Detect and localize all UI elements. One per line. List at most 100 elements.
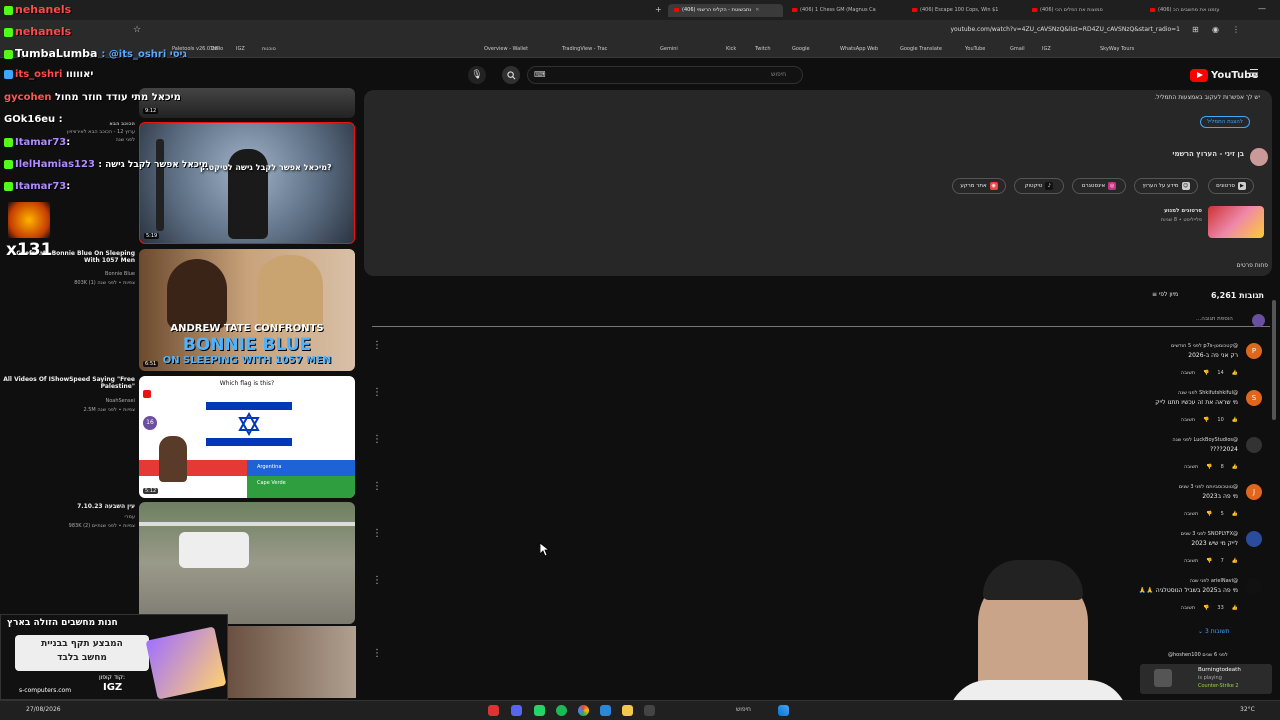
scrollbar[interactable] (1272, 300, 1276, 420)
instagram-link[interactable]: אינסטגרם ◎ (1072, 178, 1126, 194)
reply-button[interactable]: תשובה (1184, 464, 1198, 470)
mic-icon[interactable]: 🎙 (468, 66, 486, 84)
chrome-icon[interactable] (578, 705, 589, 716)
comment-author[interactable]: @קטכומטן-p7s לפני 5 חודשים (1171, 343, 1238, 349)
comment-avatar[interactable] (1246, 531, 1262, 547)
like-icon[interactable]: 👍 (1232, 558, 1238, 564)
more-options-icon[interactable]: ⋮ (372, 481, 382, 492)
show-less-button[interactable]: פחות פרטים (1237, 262, 1269, 269)
bookmark[interactable]: WhatsApp Web (840, 46, 878, 52)
comment-author[interactable]: @arielNavi לפני שנה (1190, 578, 1238, 584)
spotify-icon[interactable] (556, 705, 567, 716)
like-icon[interactable]: 👍 (1232, 370, 1238, 376)
video-thumbnail[interactable]: מיכאל אפשר לקבל גישה לטיקטוק? 5:19 (139, 122, 355, 244)
more-options-icon[interactable]: ⋮ (372, 575, 382, 586)
channel-name[interactable]: בן זיני - הערוץ הרשמי (1172, 150, 1244, 158)
bookmark[interactable]: IGZ (236, 46, 245, 52)
video-title[interactable]: עין השבעה 7.10.23 (0, 503, 135, 510)
bookmark[interactable]: Kick (726, 46, 736, 52)
tab[interactable]: (406) עזמנו את מחשבים הכ (1150, 4, 1250, 17)
more-options-icon[interactable]: ⋮ (372, 648, 382, 659)
app-icon[interactable] (488, 705, 499, 716)
bookmark[interactable]: SkyWay Tours (1100, 46, 1134, 52)
youtube-logo[interactable]: YouTube (1190, 68, 1258, 82)
comment-avatar[interactable]: S (1246, 390, 1262, 406)
keyboard-icon[interactable]: ⌨ (534, 70, 546, 79)
new-tab-button[interactable]: + (655, 5, 662, 14)
video-channel[interactable]: NoahSensei (0, 398, 135, 404)
playlist-title[interactable]: סרטונים למנוע (1164, 208, 1202, 214)
replies-toggle[interactable]: ⌄ 3 תשובות (1198, 628, 1230, 635)
video-thumbnail[interactable]: Which flag is this? 16 Cuba Argentina Ca… (139, 376, 355, 498)
sort-button[interactable]: ≡ מיון לפי (1152, 291, 1178, 298)
bookmark[interactable]: IGZ (1042, 46, 1051, 52)
hamburger-menu-icon[interactable]: ☰ (1249, 67, 1259, 80)
bookmark[interactable]: Gemini (660, 46, 678, 52)
bookmark[interactable]: Overview - Wallet (484, 46, 528, 52)
close-icon[interactable]: ✕ (755, 7, 759, 13)
like-icon[interactable]: 👍 (1232, 605, 1238, 611)
more-options-icon[interactable]: ⋮ (372, 434, 382, 445)
windows-start-icon[interactable] (778, 705, 789, 716)
about-link[interactable]: מידע על הערוץ ☺ (1134, 178, 1198, 194)
folder-icon[interactable] (622, 705, 633, 716)
reply-button[interactable]: תשובה (1184, 511, 1198, 517)
comment-author[interactable]: @LuckBoyStudios לפני שנה (1172, 437, 1238, 443)
search-input[interactable]: ⌨ חיפוש (527, 66, 803, 84)
video-thumbnail[interactable] (228, 626, 356, 698)
comment-avatar[interactable]: P (1246, 343, 1262, 359)
more-options-icon[interactable]: ⋮ (372, 528, 382, 539)
store-icon[interactable] (600, 705, 611, 716)
video-channel[interactable]: Bonnie Blue (0, 271, 135, 277)
comment-avatar[interactable] (1246, 437, 1262, 453)
dislike-icon[interactable]: 👎 (1203, 605, 1209, 611)
more-options-icon[interactable]: ⋮ (372, 340, 382, 351)
bookmark[interactable]: Trello (210, 46, 223, 52)
extensions-icon[interactable]: ⊞ (1192, 25, 1199, 34)
bookmark[interactable]: Google (792, 46, 810, 52)
discord-icon[interactable] (511, 705, 522, 716)
comment-avatar[interactable]: J (1246, 484, 1262, 500)
bookmark[interactable]: Google Translate (900, 46, 942, 52)
like-icon[interactable]: 👍 (1232, 511, 1238, 517)
tab[interactable]: (406) Escape 100 Cops, Win $1 (912, 4, 1022, 17)
dislike-icon[interactable]: 👎 (1203, 370, 1209, 376)
reply-button[interactable]: תשובה (1181, 605, 1195, 611)
channel-avatar[interactable] (1250, 148, 1268, 166)
comment-author[interactable]: @Shkifutshkiful לפני שנה (1178, 390, 1238, 396)
playlist-thumbnail[interactable] (1208, 206, 1264, 238)
bookmark[interactable]: Twitch (755, 46, 771, 52)
bookmark[interactable]: TradingView - Trac (562, 46, 607, 52)
comment-author[interactable]: @SNOPLYFX לפני 3 שנים (1181, 531, 1238, 537)
video-channel[interactable]: עמרי (0, 514, 135, 520)
like-icon[interactable]: 👍 (1232, 464, 1238, 470)
tab-active[interactable]: (406) נתבשוטת - הקליפ הרשמי ✕ (668, 4, 783, 17)
more-options-icon[interactable]: ⋮ (372, 387, 382, 398)
tiktok-link[interactable]: טיקטוק ♪ (1014, 178, 1064, 194)
bookmark[interactable]: YouTube (965, 46, 985, 52)
minimize-icon[interactable]: — (1258, 4, 1266, 13)
comment-author[interactable]: @טוטכוסביותמ לפני 3 שנים (1179, 484, 1238, 490)
search-button[interactable] (502, 66, 520, 84)
videos-link[interactable]: סרטונים ▶ (1208, 178, 1254, 194)
reply-button[interactable]: תשובה (1181, 370, 1195, 376)
tab[interactable]: (406) סמוצות את הפלים הכי (1032, 4, 1142, 17)
user-avatar[interactable] (1252, 314, 1265, 327)
website-link[interactable]: אתר מרקע ◉ (952, 178, 1006, 194)
comment-author[interactable]: @hoshen100 לפני 6 שנים (1168, 652, 1228, 658)
profile-icon[interactable]: ◉ (1212, 25, 1219, 34)
show-transcript-button[interactable]: להצגת התמליל (1199, 116, 1250, 128)
dislike-icon[interactable]: 👎 (1203, 417, 1209, 423)
comment-avatar[interactable] (1246, 578, 1262, 594)
bookmark[interactable]: סוכנות (262, 46, 276, 52)
add-comment-input[interactable]: הוספת תגובה... (1196, 316, 1233, 322)
url-field[interactable]: youtube.com/watch?v=4ZU_cAVSNzQ&list=RD4… (950, 26, 1180, 33)
bookmark[interactable]: Gmail (1010, 46, 1025, 52)
video-title[interactable]: All Videos Of IShowSpeed Saying "Free Pa… (0, 376, 135, 390)
video-thumbnail[interactable]: ANDREW TATE CONFRONTS BONNIE BLUE ON SLE… (139, 249, 355, 371)
app-icon[interactable] (644, 705, 655, 716)
tab[interactable]: (406) 1 Chess GM (Magnus Ca (792, 4, 902, 17)
dislike-icon[interactable]: 👎 (1206, 558, 1212, 564)
dislike-icon[interactable]: 👎 (1206, 511, 1212, 517)
friend-activity-toast[interactable]: Burningtodeath is playing Counter-Strike… (1140, 664, 1272, 694)
